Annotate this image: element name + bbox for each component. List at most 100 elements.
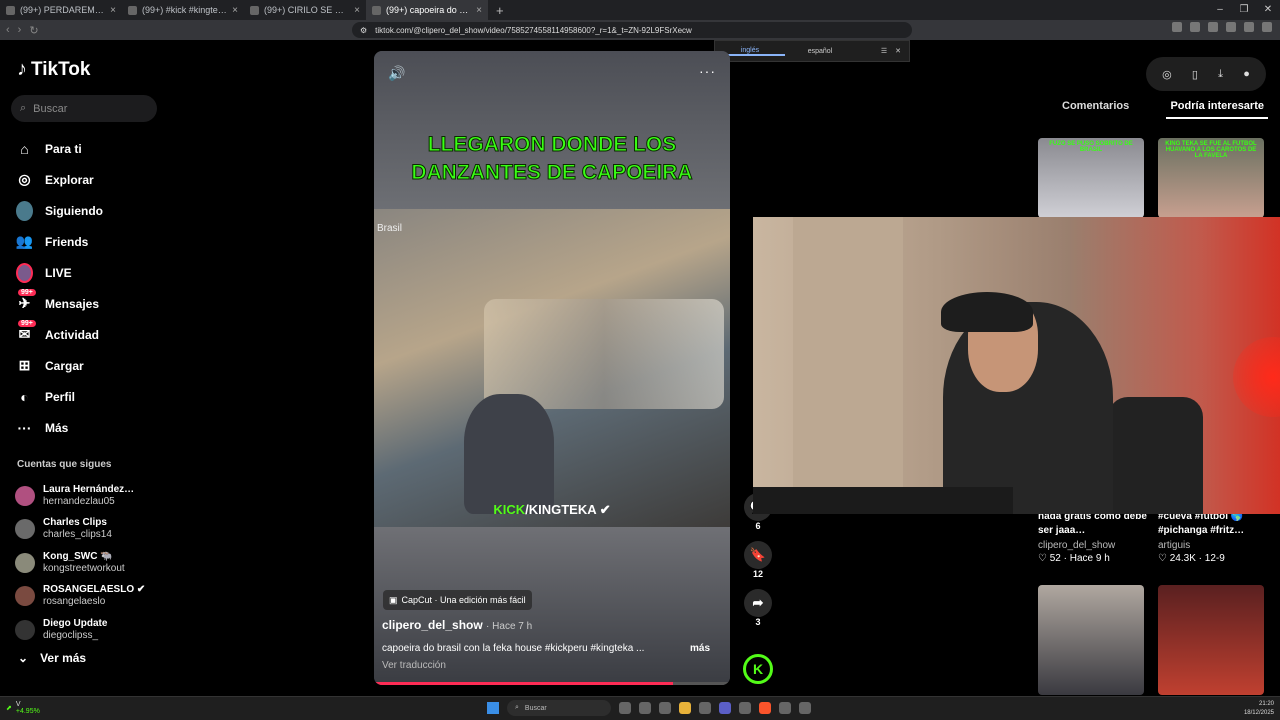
menu-item-para-ti[interactable]: ⌂ Para ti xyxy=(16,133,186,164)
tab-podria-interesarte[interactable]: Podría interesarte xyxy=(1166,100,1268,119)
tab-label: (99+) #kick #kingtekadota #kingteka… xyxy=(142,5,228,15)
clock-date: 18/12/2025 xyxy=(1243,710,1274,716)
app-icon[interactable] xyxy=(699,702,711,714)
following-account[interactable]: Laura Hernández… hernandezlau05 xyxy=(15,479,185,513)
tab-close-icon[interactable]: × xyxy=(354,5,360,16)
translate-lang-spanish[interactable]: español xyxy=(785,48,855,55)
ticker-label: V xyxy=(15,701,21,708)
friends-icon: 👥 xyxy=(15,233,34,249)
browser-tab[interactable]: (99+) CIRILO SE MOLESTA CON PNC… × xyxy=(244,0,366,20)
video-author[interactable]: clipero_del_show · Hace 7 h xyxy=(382,618,532,632)
home-icon: ⌂ xyxy=(20,140,29,157)
extension-icon[interactable] xyxy=(1226,22,1236,32)
folder-icon[interactable] xyxy=(679,702,691,714)
search-input[interactable]: ⌕ Buscar xyxy=(11,95,157,122)
recommended-thumb[interactable] xyxy=(1038,585,1144,695)
menu-item-friends[interactable]: 👥 Friends xyxy=(16,226,186,257)
app-icon[interactable] xyxy=(739,702,751,714)
teams-icon[interactable] xyxy=(719,702,731,714)
tab-close-icon[interactable]: × xyxy=(110,5,116,16)
app-icon[interactable] xyxy=(619,702,631,714)
system-clock[interactable]: 21:20 18/12/2025 xyxy=(1244,700,1274,718)
top-right-toolbar: ◎ ▯ ⤓ ● xyxy=(1146,57,1266,91)
chevron-down-icon: ⌄ xyxy=(18,651,29,665)
site-info-icon[interactable]: ⚙ xyxy=(360,26,367,35)
browser-tab[interactable]: (99+) #kick #kingtekadota #kingteka… × xyxy=(122,0,244,20)
taskbar-search-label: Buscar xyxy=(524,704,547,712)
kick-prefix: KICK xyxy=(493,502,526,517)
maximize-button[interactable]: ❐ xyxy=(1232,0,1256,20)
tab-close-icon[interactable]: × xyxy=(476,5,482,16)
app-icon[interactable] xyxy=(799,702,811,714)
reload-icon[interactable]: ↻ xyxy=(29,24,38,37)
save-action[interactable]: 🔖 12 xyxy=(744,541,772,579)
recommended-thumb[interactable] xyxy=(1158,585,1264,695)
tab-favicon-icon xyxy=(128,5,137,15)
app-icon[interactable] xyxy=(639,702,651,714)
profile-avatar[interactable]: ● xyxy=(1243,68,1250,80)
more-options-icon[interactable]: ··· xyxy=(699,63,716,79)
taskbar-search[interactable]: ⌕ Buscar xyxy=(507,700,611,716)
minimize-button[interactable]: – xyxy=(1208,0,1232,20)
tab-label: (99+) PERDAREMAST ● (@piensare… xyxy=(20,5,105,15)
app-icon[interactable] xyxy=(779,702,791,714)
menu-label: Siguiendo xyxy=(45,203,103,218)
menu-item-siguiendo[interactable]: Siguiendo xyxy=(16,195,186,226)
menu-item-mensajes[interactable]: ✈ 99+ Mensajes xyxy=(16,288,186,319)
app-icon[interactable] xyxy=(659,702,671,714)
tab-comentarios[interactable]: Comentarios xyxy=(1038,100,1153,119)
translate-close-icon[interactable]: ✕ xyxy=(895,47,901,55)
stock-ticker[interactable]: ⬈ V +4.95% xyxy=(6,701,40,715)
extension-icon[interactable] xyxy=(1208,22,1218,32)
search-placeholder: Buscar xyxy=(33,102,68,115)
extension-icon[interactable] xyxy=(1262,22,1272,32)
more-link[interactable]: más xyxy=(690,643,710,654)
volume-icon[interactable]: 🔊 xyxy=(388,65,405,82)
share-action[interactable]: ➦ 3 xyxy=(744,589,772,627)
translate-menu-icon[interactable]: ☰ xyxy=(881,47,887,55)
tiktok-logo[interactable]: ♪ TikTok xyxy=(17,58,90,81)
back-arrow-icon[interactable]: ‹ xyxy=(6,24,10,37)
browser-tab-active[interactable]: (99+) capoeira do brasil con la f… × xyxy=(366,0,488,20)
see-more-button[interactable]: ⌄ Ver más xyxy=(18,651,86,665)
menu-item-explorar[interactable]: ◎ Explorar xyxy=(16,164,186,195)
following-account[interactable]: Diego Update diegoclipss_ xyxy=(15,613,185,647)
url-field[interactable]: ⚙ tiktok.com/@clipero_del_show/video/758… xyxy=(352,22,912,38)
close-window-button[interactable]: ✕ xyxy=(1256,0,1280,20)
forward-arrow-icon[interactable]: › xyxy=(18,24,22,37)
tab-favicon-icon xyxy=(250,5,259,15)
menu-item-actividad[interactable]: ✉ 99+ Actividad xyxy=(16,319,186,350)
recommended-card[interactable]: #cueva #futbol 🌎 #pichanga #fritz… artig… xyxy=(1158,510,1268,564)
extension-icon[interactable] xyxy=(1190,22,1200,32)
windows-start-icon[interactable] xyxy=(487,702,499,714)
webcam-overlay xyxy=(753,217,1280,514)
video-player[interactable]: LLEGARON DONDE LOS DANZANTES DE CAPOEIRA… xyxy=(374,51,730,685)
menu-item-live[interactable]: LIVE xyxy=(16,257,186,288)
following-account[interactable]: ROSANGELAESLO ✔ rosangelaeslo xyxy=(15,580,185,614)
capcut-badge[interactable]: ▣ CapCut · Una edición más fácil xyxy=(383,590,532,610)
translate-link[interactable]: Ver traducción xyxy=(382,660,446,671)
extension-icon[interactable] xyxy=(1244,22,1254,32)
account-name: Charles Clips xyxy=(43,517,107,529)
recommended-thumb[interactable]: FUZO SE PUSO SOBRITO DE BRASIL xyxy=(1038,138,1144,218)
kick-button[interactable]: K xyxy=(743,654,773,684)
thumb-caption: FUZO SE PUSO SOBRITO DE BRASIL xyxy=(1049,141,1133,153)
following-account[interactable]: Kong_SWC 🐃 kongstreetworkout xyxy=(15,546,185,580)
extension-icon[interactable] xyxy=(1172,22,1182,32)
download-icon[interactable]: ⤓ xyxy=(1218,68,1223,81)
compass-icon[interactable]: ◎ xyxy=(1162,68,1172,81)
new-tab-button[interactable]: + xyxy=(496,3,504,18)
menu-item-cargar[interactable]: ⊞ Cargar xyxy=(16,350,186,381)
activity-icon: ✉ xyxy=(18,326,31,342)
following-account[interactable]: Charles Clips charles_clips14 xyxy=(15,513,185,547)
brave-icon[interactable] xyxy=(759,702,771,714)
tab-close-icon[interactable]: × xyxy=(232,5,238,16)
recommended-card[interactable]: nada gratis como debe ser jaaa… clipero_… xyxy=(1038,510,1148,564)
phone-icon[interactable]: ▯ xyxy=(1192,68,1198,81)
menu-item-mas[interactable]: ··· Más xyxy=(16,412,186,443)
recommended-thumb[interactable]: KING TEKA SE FUE AL FUTBOL HUAVANO A LOS… xyxy=(1158,138,1264,218)
browser-tab[interactable]: (99+) PERDAREMAST ● (@piensare… × xyxy=(0,0,122,20)
extension-icons xyxy=(1172,22,1272,32)
video-progress-bar[interactable] xyxy=(374,682,730,685)
menu-item-perfil[interactable]: ◐ Perfil xyxy=(16,381,186,412)
